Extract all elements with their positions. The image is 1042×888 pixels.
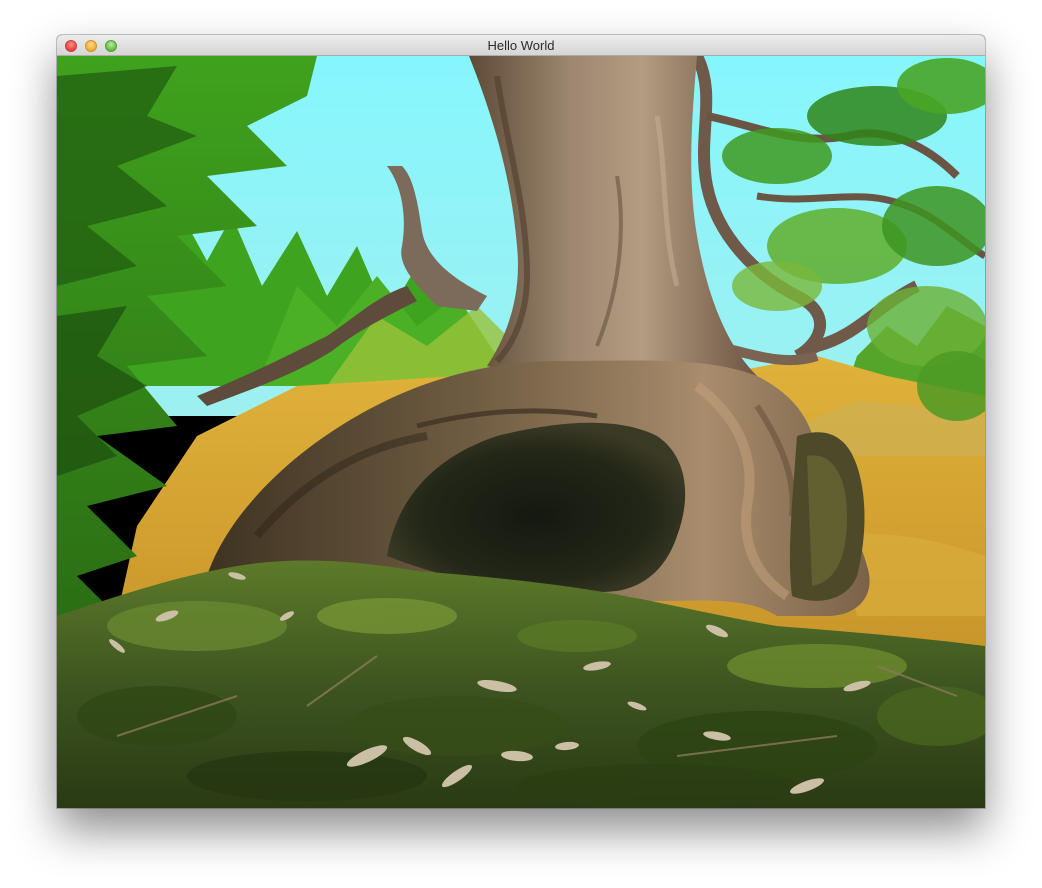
photo-canvas — [57, 56, 985, 808]
title-bar[interactable]: Hello World — [57, 35, 985, 56]
tree-photo — [57, 56, 985, 808]
app-window: Hello World — [57, 35, 985, 808]
window-title: Hello World — [487, 38, 555, 53]
